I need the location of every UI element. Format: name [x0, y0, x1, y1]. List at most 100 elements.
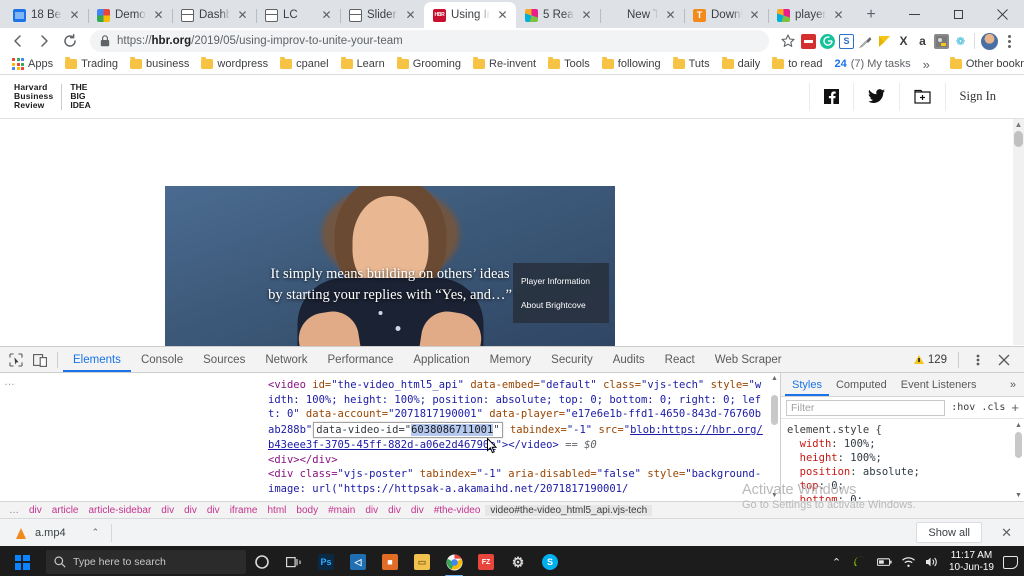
bookmark-item-to-read[interactable]: to read — [766, 55, 828, 74]
style-prop[interactable]: height — [800, 452, 838, 464]
freemake-icon[interactable]: FZ — [470, 546, 502, 576]
tray-expand-chevron-icon[interactable]: ⌃ — [829, 555, 844, 569]
devtools-tab-security[interactable]: Security — [541, 347, 603, 372]
browser-tab-8[interactable]: Downloa ✕ — [684, 2, 769, 28]
breadcrumb-item[interactable]: div — [383, 505, 406, 516]
notification-icon[interactable] — [1003, 555, 1018, 569]
devtools-tab-audits[interactable]: Audits — [603, 347, 655, 372]
photoshop-icon[interactable]: Ps — [310, 546, 342, 576]
styles-scrollbar[interactable]: ▲ ▼ — [1013, 419, 1024, 501]
video-downloader-icon[interactable] — [934, 33, 949, 49]
shelf-close-icon[interactable]: ✕ — [1001, 525, 1012, 541]
dom-tree-pane[interactable]: … <video id="the-video_html5_api" data-e… — [0, 373, 780, 501]
style-value[interactable]: 0; — [850, 494, 863, 501]
scroll-down-arrow-icon[interactable]: ▼ — [769, 490, 780, 501]
tab-close-icon[interactable]: ✕ — [403, 8, 418, 23]
cls-toggle[interactable]: .cls — [981, 402, 1005, 413]
devtools-tab-performance[interactable]: Performance — [318, 347, 404, 372]
window-maximize-button[interactable] — [936, 0, 980, 28]
explorer-icon[interactable]: ▭ — [406, 546, 438, 576]
tab-close-icon[interactable]: ✕ — [831, 8, 846, 23]
style-value[interactable]: 100%; — [844, 438, 876, 450]
dom-scrollbar-thumb[interactable] — [771, 395, 778, 425]
breadcrumb-item[interactable]: #main — [323, 505, 360, 516]
bookmark-item-business[interactable]: business — [124, 55, 195, 74]
breadcrumb-item[interactable]: div — [360, 505, 383, 516]
breadcrumb-item[interactable]: div — [24, 505, 47, 516]
breadcrumb-item[interactable]: article — [47, 505, 84, 516]
tab-close-icon[interactable]: ✕ — [495, 8, 510, 23]
bookmark-item-learn[interactable]: Learn — [335, 55, 391, 74]
chrome-menu-icon[interactable] — [1000, 30, 1018, 52]
window-minimize-button[interactable] — [892, 0, 936, 28]
twitter-icon[interactable] — [852, 82, 899, 111]
battery-icon[interactable] — [877, 555, 892, 569]
page-scrollbar-thumb[interactable] — [1014, 131, 1023, 147]
x-extension-icon[interactable]: X — [896, 34, 911, 49]
browser-tab-6[interactable]: 5 Reason ✕ — [516, 2, 601, 28]
devtools-tab-network[interactable]: Network — [255, 347, 317, 372]
grammarly-icon[interactable] — [820, 33, 835, 49]
edit-selected-value[interactable]: 6038086711001 — [411, 423, 494, 436]
device-toolbar-icon[interactable] — [28, 348, 52, 372]
download-item[interactable]: a.mp4 ⌃ — [8, 522, 105, 544]
breadcrumb-item[interactable]: #the-video — [429, 505, 486, 516]
facebook-icon[interactable] — [808, 82, 853, 111]
warning-count-badge[interactable]: 129 — [913, 354, 951, 366]
breadcrumb-item[interactable]: div — [406, 505, 429, 516]
style-value[interactable]: 0; — [831, 480, 844, 492]
bookmark-item-other[interactable]: Other bookmarks — [944, 55, 1024, 74]
web-scraper-icon[interactable]: ❁ — [953, 34, 968, 49]
wifi-icon[interactable] — [901, 555, 916, 569]
breadcrumb-item[interactable]: iframe — [225, 505, 263, 516]
bookmark-item-wordpress[interactable]: wordpress — [195, 55, 274, 74]
devtools-close-icon[interactable] — [992, 348, 1016, 372]
settings-icon[interactable]: ⚙ — [502, 546, 534, 576]
reload-arrow-icon[interactable] — [58, 29, 82, 53]
bookmark-item-reinvent[interactable]: Re-invent — [467, 55, 542, 74]
hbr-logo[interactable]: Harvard Business Review THE BIG IDEA — [14, 83, 91, 110]
styles-scrollbar-thumb[interactable] — [1015, 432, 1022, 458]
breadcrumb-item-current[interactable]: video#the-video_html5_api.vjs-tech — [485, 504, 653, 516]
profile-avatar[interactable] — [981, 32, 998, 50]
styles-tab-event-listeners[interactable]: Event Listeners — [894, 373, 984, 396]
forward-arrow-icon[interactable] — [32, 29, 56, 53]
style-declaration[interactable]: bottom: 0; — [787, 493, 1018, 501]
video-context-menu[interactable]: Player Information About Brightcove — [513, 263, 609, 323]
devtools-tab-memory[interactable]: Memory — [480, 347, 542, 372]
eyedropper-icon[interactable] — [858, 34, 873, 49]
devtools-tab-web-scraper[interactable]: Web Scraper — [705, 347, 792, 372]
style-prop[interactable]: top — [800, 480, 819, 492]
devtools-tab-console[interactable]: Console — [131, 347, 193, 372]
style-declaration[interactable]: top: 0; — [787, 479, 1018, 493]
bookmark-item-tuts[interactable]: Tuts — [667, 55, 716, 74]
browser-tab-5-active[interactable]: Using Im ✕ — [424, 2, 516, 28]
cortana-circle-icon[interactable] — [246, 546, 278, 576]
window-close-button[interactable] — [980, 0, 1024, 28]
tab-close-icon[interactable]: ✕ — [151, 8, 166, 23]
style-declaration[interactable]: position: absolute; — [787, 465, 1018, 479]
bookmarks-overflow-button[interactable]: » — [917, 55, 936, 74]
style-value[interactable]: absolute; — [863, 466, 920, 478]
style-value[interactable]: 100%; — [850, 452, 882, 464]
breadcrumb-item[interactable]: article-sidebar — [83, 505, 156, 516]
devtools-tab-sources[interactable]: Sources — [193, 347, 255, 372]
tab-close-icon[interactable]: ✕ — [67, 8, 82, 23]
browser-tab-2[interactable]: Dashboar ✕ — [172, 2, 257, 28]
breadcrumb-item[interactable]: body — [291, 505, 323, 516]
style-prop[interactable]: width — [800, 438, 832, 450]
style-declaration[interactable]: height: 100%; — [787, 451, 1018, 465]
menu-item-about-brightcove[interactable]: About Brightcove — [513, 293, 609, 317]
breadcrumb-item[interactable]: div — [156, 505, 179, 516]
address-bar[interactable]: https://hbr.org/2019/05/using-improv-to-… — [90, 30, 769, 52]
browser-tab-9[interactable]: players.b ✕ — [768, 2, 852, 28]
task-view-icon[interactable] — [278, 546, 310, 576]
inspect-cursor-icon[interactable] — [4, 348, 28, 372]
browser-tab-4[interactable]: Slider Re ✕ — [340, 2, 425, 28]
styles-filter-input[interactable] — [786, 399, 946, 416]
bookmark-item-daily[interactable]: daily — [716, 55, 767, 74]
styles-overflow-icon[interactable]: » — [1010, 379, 1020, 391]
video-player[interactable]: It simply means building on others’ idea… — [165, 186, 615, 346]
breadcrumb-item[interactable]: div — [202, 505, 225, 516]
scroll-up-arrow-icon[interactable]: ▲ — [1013, 419, 1024, 431]
